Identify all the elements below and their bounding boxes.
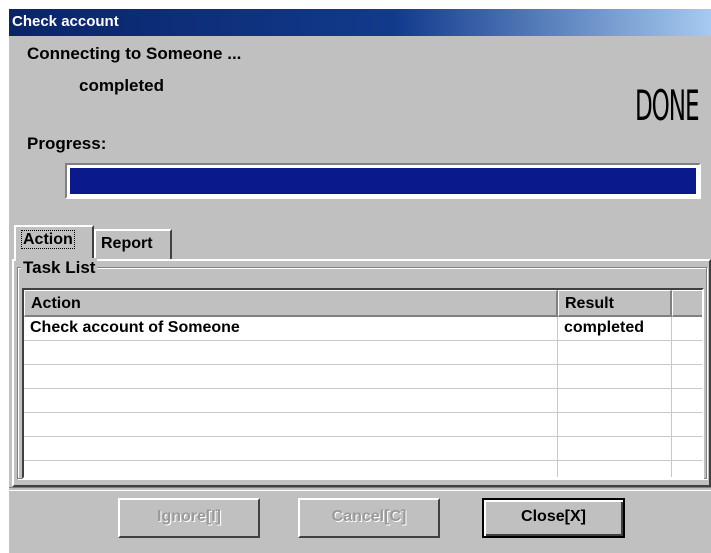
tab-action-label: Action xyxy=(21,230,75,249)
ignore-button[interactable]: Ignore[I] xyxy=(118,498,260,538)
progress-bar-fill xyxy=(70,168,696,194)
progress-label: Progress: xyxy=(27,134,107,153)
table-row xyxy=(24,341,702,365)
check-account-dialog: Check account Connecting to Someone ... … xyxy=(9,9,711,553)
title-bar[interactable]: Check account xyxy=(9,9,711,36)
tab-report-label: Report xyxy=(101,235,153,252)
done-indicator: DONE xyxy=(635,81,700,130)
close-button-label: Close[X] xyxy=(521,508,586,525)
status-text: completed xyxy=(79,76,165,95)
cancel-button-label: Cancel[C] xyxy=(331,508,407,525)
column-divider xyxy=(671,317,672,477)
window-title: Check account xyxy=(12,13,119,30)
table-row[interactable]: Check account of Someone completed xyxy=(24,317,702,341)
connecting-text: Connecting to Someone ... xyxy=(27,44,242,63)
cancel-button[interactable]: Cancel[C] xyxy=(298,498,440,538)
button-bar-separator xyxy=(9,487,711,491)
close-button[interactable]: Close[X] xyxy=(482,498,625,538)
column-divider xyxy=(557,317,558,477)
table-row xyxy=(24,413,702,437)
column-header-filler xyxy=(672,290,702,317)
tab-report[interactable]: Report xyxy=(94,229,172,259)
table-row xyxy=(24,365,702,389)
task-list-title: Task List xyxy=(21,258,98,278)
task-list-table[interactable]: Action Result Check account of Someone c… xyxy=(22,288,704,479)
column-header-result[interactable]: Result xyxy=(558,290,672,317)
progress-bar xyxy=(65,163,701,199)
table-row xyxy=(24,437,702,461)
column-header-action[interactable]: Action xyxy=(24,290,558,317)
ignore-button-label: Ignore[I] xyxy=(157,508,221,525)
table-cell-action: Check account of Someone xyxy=(30,319,240,336)
table-row xyxy=(24,389,702,413)
table-row xyxy=(24,461,702,477)
tab-action[interactable]: Action xyxy=(14,225,94,261)
table-cell-result: completed xyxy=(564,319,645,336)
